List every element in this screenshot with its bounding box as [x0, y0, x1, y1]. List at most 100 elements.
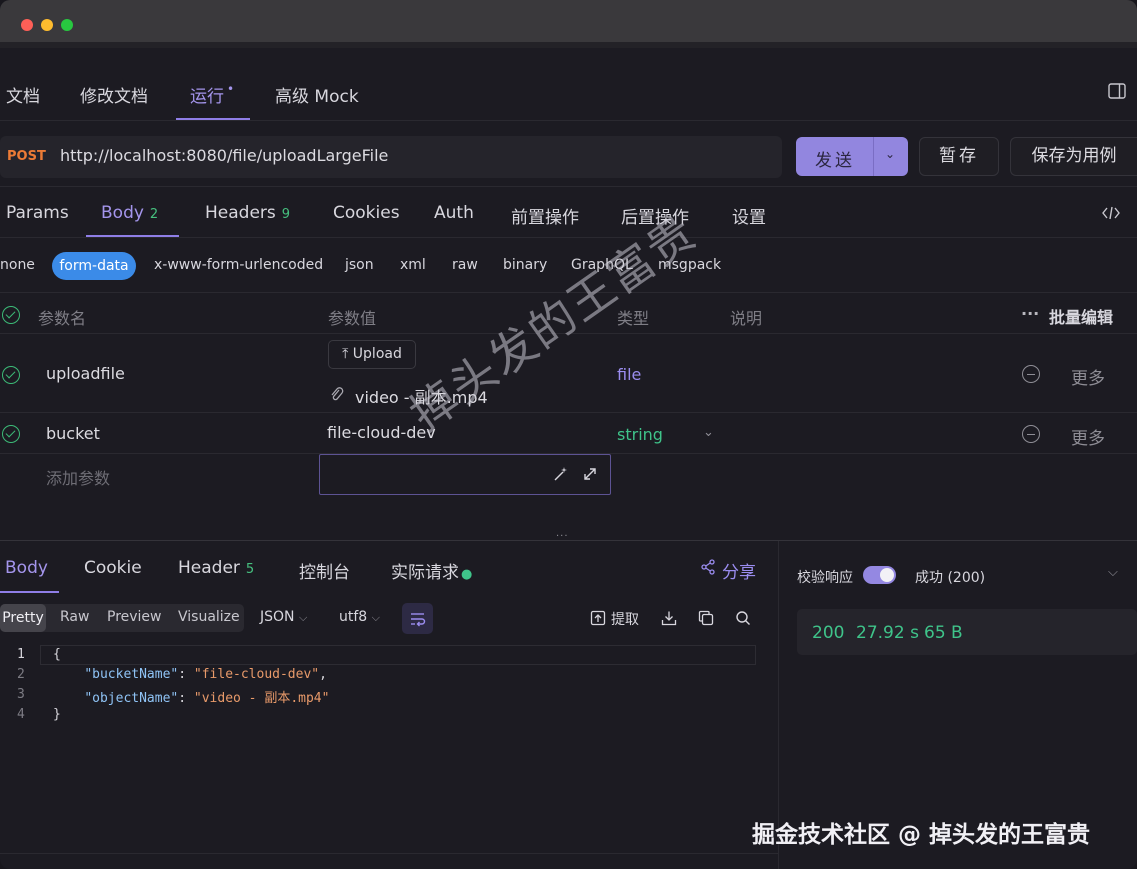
- validate-response-toggle[interactable]: [863, 566, 896, 584]
- headers-count-badge: 9: [281, 207, 291, 222]
- remove-row-icon[interactable]: [1022, 425, 1040, 443]
- download-icon[interactable]: [661, 610, 677, 626]
- chevron-down-icon[interactable]: ⌵: [1108, 565, 1118, 580]
- line-number: 3: [17, 687, 25, 702]
- bulk-edit-button[interactable]: 批量编辑: [1049, 304, 1113, 328]
- code-icon[interactable]: [1102, 206, 1120, 220]
- validation-result: 成功 (200): [915, 570, 986, 586]
- code-line: "bucketName": "file-cloud-dev",: [84, 667, 327, 682]
- param-type[interactable]: string: [617, 425, 663, 444]
- bodytype-binary[interactable]: binary: [503, 257, 547, 273]
- response-stats: [797, 609, 1137, 655]
- extract-button[interactable]: 提取: [611, 609, 639, 629]
- magic-wand-icon[interactable]: [553, 466, 569, 482]
- minimize-window-button[interactable]: [41, 19, 53, 31]
- tab-pre-actions[interactable]: 前置操作: [511, 203, 579, 228]
- code-line: {: [53, 647, 61, 662]
- upload-icon: ⤒: [342, 346, 349, 362]
- format-preview[interactable]: Preview: [107, 609, 162, 625]
- param-name[interactable]: uploadfile: [46, 364, 125, 383]
- divider: [0, 853, 778, 854]
- response-time: 27.92 s: [856, 623, 919, 643]
- http-method[interactable]: POST: [7, 149, 46, 164]
- subtab-run[interactable]: 运行 •: [190, 82, 234, 107]
- resp-tab-active-indicator: [0, 591, 59, 593]
- lang-select[interactable]: JSON ⌵: [260, 609, 307, 625]
- add-param-input[interactable]: 添加参数: [46, 465, 110, 489]
- copy-icon[interactable]: [698, 610, 714, 626]
- line-number: 2: [17, 667, 25, 682]
- bodytype-xml[interactable]: xml: [400, 257, 426, 273]
- resp-tab-header[interactable]: Header 5: [178, 558, 254, 578]
- param-type[interactable]: file: [617, 365, 641, 384]
- subtab-docs[interactable]: 文档: [6, 82, 40, 107]
- save-draft-button[interactable]: 暂存: [919, 137, 999, 176]
- tab-settings[interactable]: 设置: [732, 203, 766, 228]
- chevron-down-icon[interactable]: ⌄: [885, 147, 895, 161]
- save-as-case-button[interactable]: 保存为用例: [1010, 137, 1137, 176]
- resp-tab-console[interactable]: 控制台: [299, 558, 350, 583]
- zoom-window-button[interactable]: [61, 19, 73, 31]
- subtab-mock[interactable]: 高级 Mock: [275, 82, 359, 107]
- upload-button[interactable]: ⤒ Upload: [328, 340, 416, 369]
- tab-params[interactable]: Params: [6, 203, 69, 223]
- format-pretty[interactable]: Pretty: [0, 604, 46, 632]
- format-visualize[interactable]: Visualize: [178, 609, 240, 625]
- subtab-edit-docs[interactable]: 修改文档: [80, 82, 148, 107]
- col-header-value: 参数值: [328, 309, 377, 328]
- more-options-icon[interactable]: ···: [1021, 304, 1039, 323]
- param-name[interactable]: bucket: [46, 424, 100, 443]
- tab-body[interactable]: Body 2: [101, 203, 158, 223]
- word-wrap-button[interactable]: [402, 603, 433, 634]
- divider: [0, 120, 1137, 121]
- tab-strip: [0, 42, 1137, 48]
- header-count-badge: 5: [245, 562, 255, 577]
- drag-handle-icon[interactable]: ···: [556, 531, 569, 542]
- row-checkbox[interactable]: [2, 425, 20, 443]
- resp-tab-cookie[interactable]: Cookie: [84, 558, 142, 578]
- divider: [0, 237, 1137, 238]
- response-size: 65 B: [924, 623, 963, 643]
- close-window-button[interactable]: [21, 19, 33, 31]
- body-count-badge: 2: [149, 207, 159, 222]
- expand-icon[interactable]: [582, 466, 598, 482]
- current-line-highlight: [40, 645, 756, 665]
- select-all-checkbox[interactable]: [2, 306, 20, 324]
- tab-cookies[interactable]: Cookies: [333, 203, 400, 223]
- divider: [0, 186, 1137, 187]
- divider: [0, 412, 1137, 413]
- row-checkbox[interactable]: [2, 366, 20, 384]
- resp-tab-actual-request[interactable]: 实际请求 ●: [391, 558, 472, 583]
- tab-auth[interactable]: Auth: [434, 203, 474, 223]
- status-code: 200: [812, 623, 845, 643]
- more-button[interactable]: 更多: [1071, 364, 1105, 389]
- bodytype-json[interactable]: json: [345, 257, 374, 273]
- resp-tab-body[interactable]: Body: [5, 558, 48, 578]
- bodytype-form-data[interactable]: form-data: [52, 252, 136, 280]
- col-header-name: 参数名: [38, 309, 87, 328]
- app-window: 文档 修改文档 运行 • 高级 Mock POST http://localhos…: [0, 0, 1137, 869]
- line-number: 4: [17, 707, 25, 722]
- paperclip-icon: [330, 386, 344, 402]
- tab-headers[interactable]: Headers 9: [205, 203, 290, 223]
- line-number: 1: [17, 647, 25, 662]
- code-line: }: [53, 707, 61, 722]
- share-button[interactable]: 分享: [722, 558, 756, 583]
- remove-row-icon[interactable]: [1022, 365, 1040, 383]
- send-button-label: 发送: [815, 151, 855, 171]
- share-icon[interactable]: [700, 559, 716, 575]
- more-button[interactable]: 更多: [1071, 424, 1105, 449]
- search-icon[interactable]: [735, 610, 751, 626]
- col-header-desc: 说明: [730, 309, 763, 328]
- chevron-down-icon[interactable]: ⌄: [703, 425, 714, 440]
- bodytype-none[interactable]: none: [0, 257, 35, 273]
- code-line: "objectName": "video - 副本.mp4": [84, 691, 330, 706]
- extract-icon[interactable]: [590, 610, 606, 626]
- bodytype-raw[interactable]: raw: [452, 257, 478, 273]
- bodytype-urlencoded[interactable]: x-www-form-urlencoded: [154, 257, 323, 273]
- format-raw[interactable]: Raw: [60, 609, 89, 625]
- encoding-select[interactable]: utf8 ⌵: [339, 609, 380, 625]
- site-watermark: 掘金技术社区 @ 掉头发的王富贵: [752, 822, 1091, 848]
- url-input[interactable]: http://localhost:8080/file/uploadLargeFi…: [60, 146, 388, 165]
- panel-toggle-icon[interactable]: [1108, 83, 1126, 99]
